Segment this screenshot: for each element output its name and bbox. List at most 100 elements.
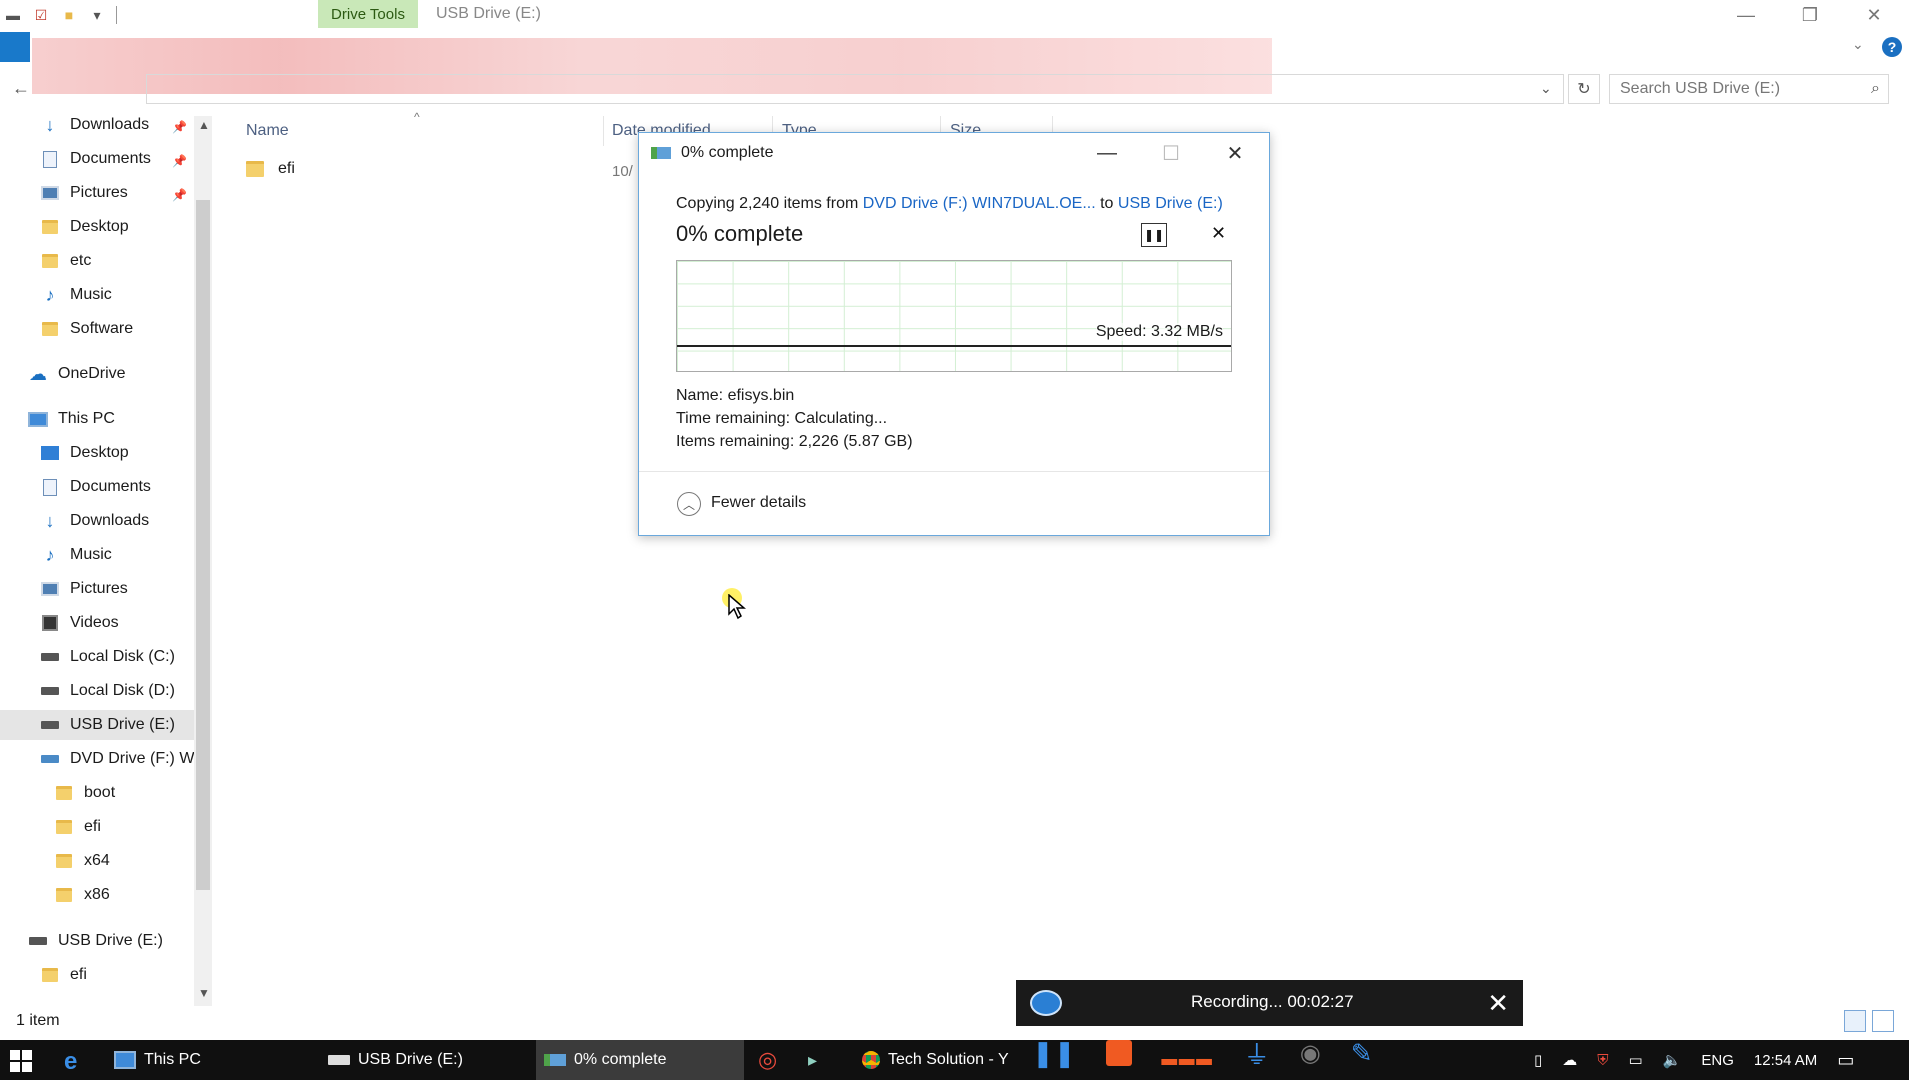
usb-eject-icon[interactable]: ▯ bbox=[1534, 1051, 1542, 1069]
window-title: USB Drive (E:) bbox=[436, 5, 541, 22]
edge-browser-icon[interactable]: e bbox=[64, 1048, 77, 1076]
cancel-copy-icon[interactable]: ✕ bbox=[1211, 223, 1226, 244]
percent-complete: 0% complete bbox=[676, 221, 804, 246]
speed-line bbox=[677, 345, 1231, 347]
quick-access-toolbar: ▬ ☑ ■ ▾ bbox=[0, 0, 117, 30]
nav-item-boot[interactable]: boot bbox=[54, 778, 115, 808]
nav-item-this-pc[interactable]: This PC bbox=[28, 404, 115, 434]
folder-icon bbox=[40, 320, 60, 338]
scroll-down-icon[interactable]: ▼ bbox=[198, 986, 210, 1000]
media-app-icon[interactable]: ▸ bbox=[808, 1040, 817, 1080]
audio-level-icon: ▂▂▂ bbox=[1161, 1042, 1214, 1065]
address-dropdown-icon[interactable]: ⌄ bbox=[1540, 80, 1552, 97]
nav-item-efi[interactable]: efi bbox=[54, 812, 101, 842]
file-tab[interactable] bbox=[0, 32, 30, 62]
taskbar-item-usb-drive[interactable]: USB Drive (E:) bbox=[324, 1040, 532, 1080]
file-row-efi[interactable]: efi bbox=[246, 160, 295, 178]
onedrive-tray-icon[interactable]: ☁ bbox=[1562, 1051, 1577, 1069]
close-recording-icon[interactable]: ✕ bbox=[1487, 988, 1509, 1019]
security-shield-icon[interactable]: ⛨ bbox=[1597, 1052, 1608, 1069]
new-folder-icon[interactable]: ■ bbox=[60, 6, 78, 24]
nav-item-pc-music[interactable]: ♪ Music bbox=[40, 540, 112, 570]
help-icon[interactable]: ? bbox=[1882, 37, 1902, 57]
nav-item-x64[interactable]: x64 bbox=[54, 846, 110, 876]
language-indicator[interactable]: ENG bbox=[1701, 1052, 1734, 1069]
windows-start-icon[interactable] bbox=[10, 1050, 32, 1072]
dialog-title-bar[interactable]: 0% complete — ☐ ✕ bbox=[639, 133, 1269, 171]
nav-item-usb-root[interactable]: USB Drive (E:) bbox=[28, 926, 163, 956]
search-input[interactable]: Search USB Drive (E:) ⌕ bbox=[1609, 74, 1889, 104]
nav-item-usb-efi[interactable]: efi bbox=[40, 960, 87, 990]
nav-item-pc-documents[interactable]: Documents bbox=[40, 472, 151, 502]
notifications-icon[interactable]: ▭ bbox=[1837, 1050, 1854, 1071]
clock[interactable]: 12:54 AM bbox=[1754, 1052, 1817, 1069]
nav-item-local-disk-c[interactable]: Local Disk (C:) bbox=[40, 642, 175, 672]
taskbar-item-copy-progress[interactable]: 0% complete bbox=[536, 1040, 744, 1080]
minimize-icon[interactable]: — bbox=[1718, 0, 1774, 30]
large-icons-view-icon[interactable] bbox=[1872, 1010, 1894, 1032]
nav-item-pc-downloads[interactable]: ↓ Downloads bbox=[40, 506, 150, 536]
drive-tools-tab[interactable]: Drive Tools bbox=[318, 0, 418, 28]
restore-icon[interactable]: ❐ bbox=[1782, 0, 1838, 30]
destination-link[interactable]: USB Drive (E:) bbox=[1118, 195, 1223, 212]
details-view-icon[interactable] bbox=[1844, 1010, 1866, 1032]
system-menu-icon[interactable]: ▬ bbox=[4, 6, 22, 24]
pause-button[interactable]: ❚❚ bbox=[1141, 223, 1167, 247]
nav-item-onedrive[interactable]: ☁ OneDrive bbox=[28, 359, 126, 389]
dialog-maximize-icon: ☐ bbox=[1162, 142, 1180, 165]
pin-icon[interactable]: 📌 bbox=[172, 188, 187, 202]
folder-icon bbox=[40, 252, 60, 270]
nav-item-usb-drive-e[interactable]: USB Drive (E:) bbox=[0, 710, 194, 740]
nav-scroll-thumb[interactable] bbox=[196, 200, 210, 890]
pause-recording-icon[interactable]: ❚❚ bbox=[1032, 1038, 1076, 1069]
dialog-title: 0% complete bbox=[681, 144, 774, 161]
properties-icon[interactable]: ☑ bbox=[32, 6, 50, 24]
dialog-minimize-icon[interactable]: — bbox=[1087, 139, 1127, 167]
taskbar-item-chrome[interactable]: Tech Solution - Y bbox=[858, 1040, 1018, 1080]
stop-recording-icon[interactable] bbox=[1105, 1040, 1132, 1066]
folder-icon bbox=[54, 886, 74, 904]
customize-toolbar-icon[interactable]: ▾ bbox=[88, 6, 106, 24]
nav-item-pc-videos[interactable]: Videos bbox=[40, 608, 119, 638]
download-arrow-icon: ↓ bbox=[45, 510, 55, 531]
nav-item-music[interactable]: ♪ Music bbox=[40, 280, 112, 310]
dialog-close-icon[interactable]: ✕ bbox=[1215, 139, 1255, 167]
volume-icon[interactable]: 🔈 bbox=[1663, 1051, 1682, 1069]
item-count: 1 item bbox=[16, 1012, 60, 1029]
refresh-icon[interactable]: ↻ bbox=[1568, 74, 1600, 104]
nav-item-pc-desktop[interactable]: Desktop bbox=[40, 438, 129, 468]
documents-icon bbox=[40, 150, 60, 168]
nav-item-documents[interactable]: Documents bbox=[40, 144, 151, 174]
fewer-details-link[interactable]: Fewer details bbox=[711, 494, 806, 512]
nav-item-dvd-drive-f[interactable]: DVD Drive (F:) W bbox=[40, 744, 194, 774]
column-divider[interactable] bbox=[603, 116, 604, 146]
address-bar[interactable] bbox=[146, 74, 1564, 104]
sort-ascending-icon: ^ bbox=[414, 110, 420, 124]
chevron-up-icon[interactable]: ︿ bbox=[677, 492, 701, 516]
network-icon[interactable]: ▭ bbox=[1629, 1051, 1643, 1069]
folder-icon bbox=[54, 784, 74, 802]
pin-icon[interactable]: 📌 bbox=[172, 120, 187, 134]
nav-item-x86[interactable]: x86 bbox=[54, 880, 110, 910]
expand-ribbon-icon[interactable]: ⌄ bbox=[1852, 36, 1864, 53]
pen-annotation-icon[interactable]: ✎ bbox=[1351, 1038, 1373, 1069]
taskbar-item-this-pc[interactable]: This PC bbox=[106, 1040, 318, 1080]
close-icon[interactable]: ✕ bbox=[1846, 0, 1902, 30]
nav-item-downloads[interactable]: ↓ Downloads bbox=[40, 112, 150, 140]
nav-item-software[interactable]: Software bbox=[40, 314, 133, 344]
nav-item-pictures[interactable]: Pictures bbox=[40, 178, 128, 208]
recorder-app-icon[interactable]: ◎ bbox=[758, 1040, 777, 1080]
source-link[interactable]: DVD Drive (F:) WIN7DUAL.OE... bbox=[863, 195, 1096, 212]
recording-bar: Recording... 00:02:27 ✕ bbox=[1016, 980, 1523, 1026]
column-header-name[interactable]: Name bbox=[246, 122, 289, 140]
scroll-up-icon[interactable]: ▲ bbox=[198, 118, 210, 132]
webcam-icon[interactable]: ◉ bbox=[1300, 1039, 1321, 1068]
search-icon: ⌕ bbox=[1871, 80, 1880, 97]
nav-item-desktop[interactable]: Desktop bbox=[40, 212, 129, 242]
nav-item-etc[interactable]: etc bbox=[40, 246, 91, 276]
pin-icon[interactable]: 📌 bbox=[172, 154, 187, 168]
nav-item-pc-pictures[interactable]: Pictures bbox=[40, 574, 128, 604]
microphone-icon[interactable]: ⏚ bbox=[1244, 1035, 1270, 1072]
back-arrow-icon[interactable]: ← bbox=[12, 78, 30, 99]
nav-item-local-disk-d[interactable]: Local Disk (D:) bbox=[40, 676, 175, 706]
